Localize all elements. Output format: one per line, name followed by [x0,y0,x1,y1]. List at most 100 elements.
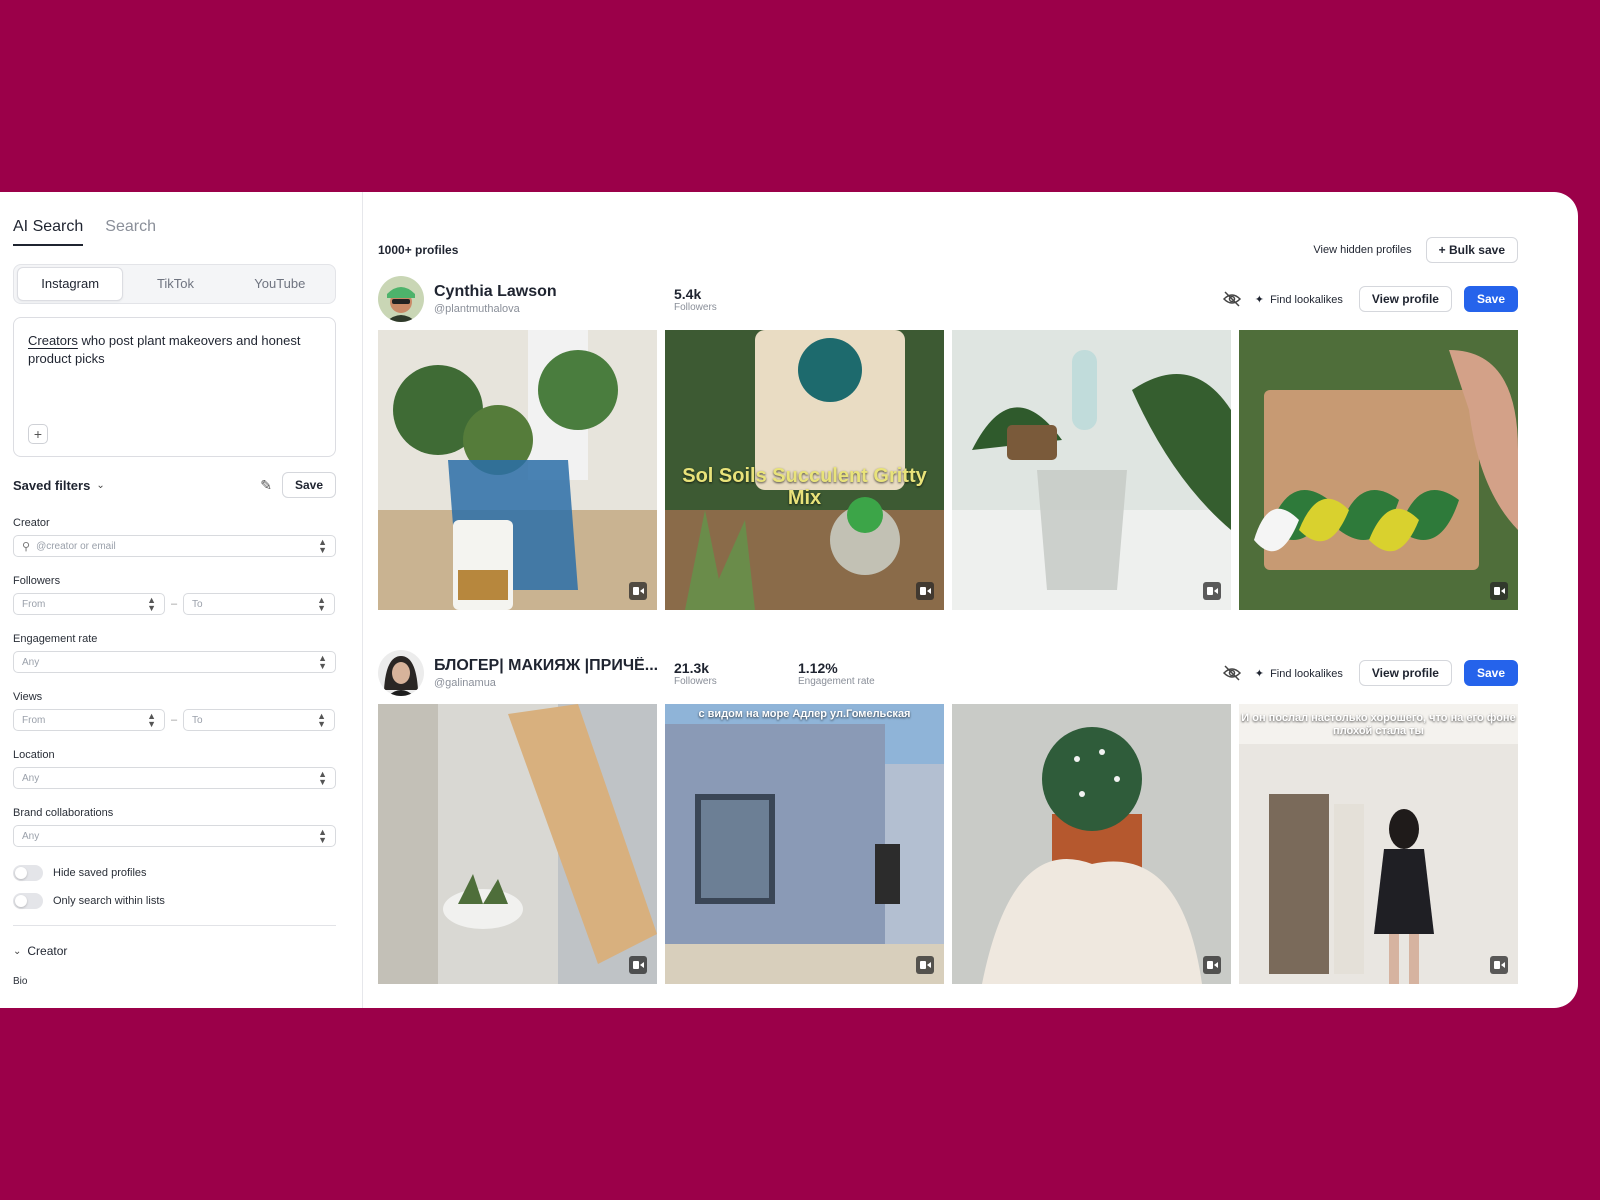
post-thumbnails: с видом на море Адлер ул.Гомельская И он… [378,704,1518,984]
brand-select[interactable]: Any ▲ ▼ [13,825,336,847]
thumb-caption: И он послал настолько хорошего, что на е… [1241,712,1516,737]
followers-to-placeholder: To [192,598,203,610]
results-panel: 1000+ profiles View hidden profiles + Bu… [363,192,1578,1008]
select-arrows-icon: ▲ ▼ [318,769,327,787]
select-arrows-icon: ▲ ▼ [147,711,156,729]
thumb-caption: с видом на море Адлер ул.Гомельская [698,708,911,720]
brand-label: Brand collaborations [13,807,114,819]
saved-filters-dropdown[interactable]: Saved filters [13,478,90,493]
range-dash: – [170,598,178,610]
post-thumbnail[interactable] [1239,330,1518,610]
post-thumbnail[interactable] [952,704,1231,984]
search-icon: ⚲ [22,540,31,553]
followers-value: 21.3k [674,659,710,676]
platform-youtube[interactable]: YouTube [228,268,332,300]
video-icon [916,582,934,600]
bulk-save-button[interactable]: + Bulk save [1425,237,1518,263]
bio-label: Bio [13,976,28,987]
filter-sidebar: AI Search Search Instagram TikTok YouTub… [0,192,363,1008]
post-thumbnail[interactable] [952,330,1231,610]
view-hidden-profiles-link[interactable]: View hidden profiles [1313,244,1411,256]
video-icon [1203,582,1221,600]
post-thumbnail[interactable] [378,330,657,610]
engagement-label: Engagement rate [798,675,875,687]
profile-handle: @plantmuthalova [434,303,520,315]
views-label: Views [13,691,43,703]
followers-label: Followers [13,575,61,587]
creator-section-toggle[interactable]: ⌄ Creator [13,944,336,958]
profile-card: Cynthia Lawson @plantmuthalova 5.4k Foll… [378,274,1518,610]
followers-from-select[interactable]: From ▲ ▼ [13,593,165,615]
video-icon [629,582,647,600]
view-profile-button[interactable]: View profile [1358,286,1452,312]
tab-ai-search[interactable]: AI Search [13,218,84,246]
mode-tabs: AI Search Search [13,218,336,246]
sparkle-icon: ✦ [1254,293,1264,306]
ai-prompt-input[interactable]: Creators who post plant makeovers and ho… [13,317,336,457]
post-thumbnail[interactable] [378,704,657,984]
video-icon [1490,582,1508,600]
location-select[interactable]: Any ▲ ▼ [13,767,336,789]
saved-filters-row: Saved filters ⌄ ✎ Save [13,471,336,499]
creator-placeholder: @creator or email [36,540,116,552]
followers-label: Followers [674,675,717,687]
platform-instagram[interactable]: Instagram [17,267,124,301]
hide-saved-toggle[interactable] [13,865,43,881]
chevron-down-icon[interactable]: ⌄ [96,480,104,491]
find-lookalikes-button[interactable]: ✦ Find lookalikes [1255,293,1343,306]
hide-eye-icon[interactable] [1221,662,1243,684]
save-filters-button[interactable]: Save [281,472,336,498]
views-to-select[interactable]: To ▲ ▼ [183,709,335,731]
platform-switcher: Instagram TikTok YouTube [13,264,336,304]
followers-from-placeholder: From [22,598,46,610]
post-thumbnail[interactable]: с видом на море Адлер ул.Гомельская [665,704,944,984]
profile-handle: @galinamua [434,677,496,689]
select-arrows-icon: ▲ ▼ [318,537,327,555]
prompt-highlight: Creators [28,333,78,348]
post-thumbnail[interactable]: Sol Soils Succulent Gritty Mix [665,330,944,610]
view-profile-button[interactable]: View profile [1358,660,1452,686]
tab-search[interactable]: Search [105,218,156,246]
add-attachment-button[interactable]: + [28,424,48,444]
views-from-select[interactable]: From ▲ ▼ [13,709,165,731]
video-icon [629,956,647,974]
engagement-placeholder: Any [22,656,40,668]
avatar[interactable] [378,650,424,696]
range-dash: – [170,714,178,726]
save-profile-button[interactable]: Save [1463,286,1518,312]
post-thumbnail[interactable]: И он послал настолько хорошего, что на е… [1239,704,1518,984]
location-placeholder: Any [22,772,40,784]
location-label: Location [13,749,55,761]
platform-tiktok[interactable]: TikTok [123,268,227,300]
followers-to-select[interactable]: To ▲ ▼ [183,593,335,615]
avatar[interactable] [378,276,424,322]
only-lists-label: Only search within lists [53,895,165,907]
creator-search-input[interactable]: ⚲ @creator or email ▲ ▼ [13,535,336,557]
profile-card: БЛОГЕР| МАКИЯЖ |ПРИЧЁ... @galinamua 21.3… [378,648,1518,984]
engagement-value: 1.12% [798,659,838,676]
results-count: 1000+ profiles [378,243,459,257]
profile-header: БЛОГЕР| МАКИЯЖ |ПРИЧЁ... @galinamua 21.3… [378,648,1518,698]
profile-name[interactable]: Cynthia Lawson [434,283,674,301]
views-range: From ▲ ▼ – To ▲ ▼ [13,709,336,731]
save-profile-button[interactable]: Save [1463,660,1518,686]
find-lookalikes-button[interactable]: ✦ Find lookalikes [1255,667,1343,680]
video-icon [1203,956,1221,974]
followers-value: 5.4k [674,285,702,302]
select-arrows-icon: ▲ ▼ [318,653,327,671]
hide-eye-icon[interactable] [1221,288,1243,310]
pencil-icon[interactable]: ✎ [260,477,272,494]
profile-name[interactable]: БЛОГЕР| МАКИЯЖ |ПРИЧЁ... [434,657,674,675]
profile-header: Cynthia Lawson @plantmuthalova 5.4k Foll… [378,274,1518,324]
views-from-placeholder: From [22,714,46,726]
profile-names: Cynthia Lawson @plantmuthalova [434,283,674,315]
brand-placeholder: Any [22,830,40,842]
only-lists-toggle[interactable] [13,893,43,909]
profile-names: БЛОГЕР| МАКИЯЖ |ПРИЧЁ... @galinamua [434,657,674,689]
select-arrows-icon: ▲ ▼ [317,595,326,613]
chevron-down-icon: ⌄ [13,945,22,957]
engagement-select[interactable]: Any ▲ ▼ [13,651,336,673]
views-to-placeholder: To [192,714,203,726]
find-lookalikes-label: Find lookalikes [1270,667,1343,680]
select-arrows-icon: ▲ ▼ [317,711,326,729]
